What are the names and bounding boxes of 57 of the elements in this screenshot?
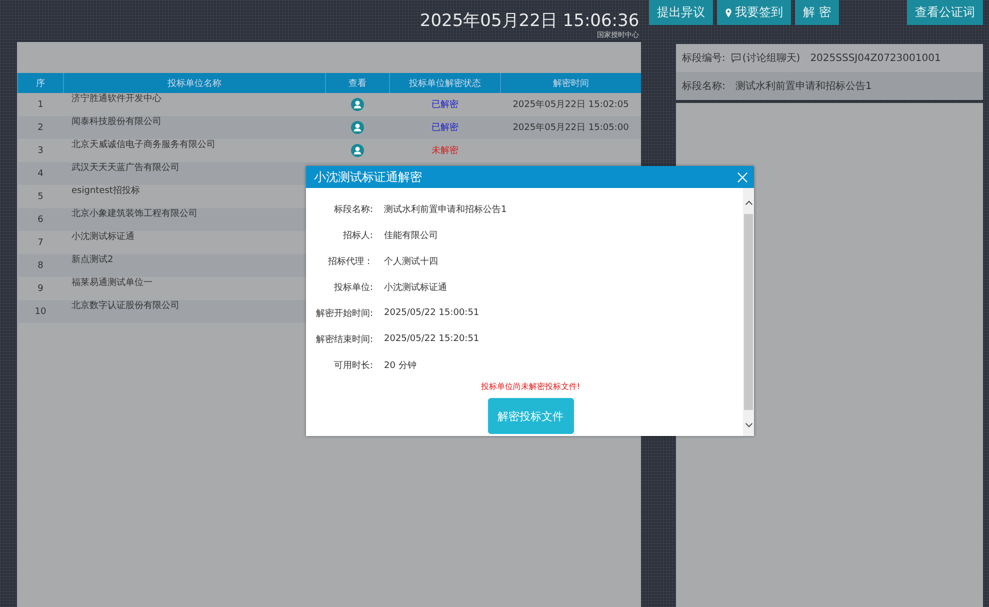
field-value: 测试水利前置申请和招标公告1 bbox=[384, 204, 507, 216]
field-label: 招标人: bbox=[342, 230, 373, 242]
datetime: 2025年05月22日 15:06:36 bbox=[420, 11, 640, 31]
user-icon[interactable] bbox=[351, 144, 364, 157]
decrypt-status: 未解密 bbox=[432, 146, 458, 156]
table-cell: 闻泰科技股份有限公司 bbox=[64, 116, 326, 139]
table-cell: 7 bbox=[18, 231, 64, 254]
info-label: 标段编号: bbox=[682, 52, 726, 65]
field-value: 佳能有限公司 bbox=[384, 230, 438, 242]
table-cell: 3 bbox=[18, 139, 64, 162]
scroll-up-icon[interactable] bbox=[744, 200, 752, 206]
table-cell: 1 bbox=[18, 93, 64, 116]
field-label: 招标代理： bbox=[327, 256, 373, 268]
user-icon[interactable] bbox=[351, 98, 364, 111]
column-header: 投标单位解密状态 bbox=[390, 73, 500, 93]
field-label: 解密开始时间: bbox=[314, 308, 373, 320]
scroll-down-icon[interactable] bbox=[744, 422, 752, 428]
dialog-title: 小沈测试标证通解密 bbox=[314, 168, 422, 186]
header-button[interactable]: 查看公证词 bbox=[907, 0, 983, 25]
column-header: 解密时间 bbox=[500, 73, 641, 93]
table-cell: 2025年05月22日 15:05:00 bbox=[512, 122, 629, 132]
header-button[interactable]: 提出异议 bbox=[649, 0, 714, 25]
chat-link[interactable]: (讨论组聊天) bbox=[731, 51, 800, 65]
header-button[interactable]: 解 密 bbox=[795, 0, 839, 25]
close-icon[interactable] bbox=[737, 172, 748, 182]
field-value: 小沈测试标证通 bbox=[384, 282, 447, 294]
table-cell: 2 bbox=[18, 116, 64, 139]
field-value: 个人测试十四 bbox=[384, 256, 438, 268]
column-header: 投标单位名称 bbox=[64, 73, 326, 93]
table-cell: 8 bbox=[18, 254, 64, 277]
table-cell: 10 bbox=[18, 300, 64, 323]
field-value: 2025/05/22 15:00:51 bbox=[384, 308, 480, 318]
table-cell: 6 bbox=[18, 208, 64, 231]
decrypt-status: 已解密 bbox=[432, 122, 458, 132]
header-button[interactable]: 我要签到 bbox=[717, 0, 792, 25]
field-label: 投标单位: bbox=[332, 282, 373, 294]
field-label: 标段名称: bbox=[332, 204, 373, 216]
pin-icon bbox=[725, 8, 732, 18]
info-value: 2025SSSJ04Z0723001001 bbox=[810, 52, 941, 64]
column-header: 序 bbox=[18, 73, 64, 93]
column-header: 查看 bbox=[326, 73, 390, 93]
warning-message: 投标单位尚未解密投标文件! bbox=[480, 381, 582, 392]
info-label: 标段名称: bbox=[682, 80, 726, 93]
decrypt-status: 已解密 bbox=[432, 100, 458, 110]
user-icon[interactable] bbox=[351, 121, 364, 134]
table-cell: 9 bbox=[18, 277, 64, 300]
table-cell: 4 bbox=[18, 162, 64, 185]
field-value: 20 分钟 bbox=[384, 360, 416, 372]
field-label: 可用时长: bbox=[332, 360, 373, 372]
chat-icon bbox=[731, 53, 742, 63]
table-cell: 2025年05月22日 15:02:05 bbox=[512, 100, 629, 110]
decrypt-button[interactable]: 解密投标文件 bbox=[488, 398, 574, 434]
field-value: 2025/05/22 15:20:51 bbox=[384, 334, 480, 344]
field-label: 解密结束时间: bbox=[314, 334, 373, 346]
table-cell: 5 bbox=[18, 185, 64, 208]
scrollbar[interactable] bbox=[743, 188, 754, 436]
info-value: 测试水利前置申请和招标公告1 bbox=[735, 80, 872, 93]
